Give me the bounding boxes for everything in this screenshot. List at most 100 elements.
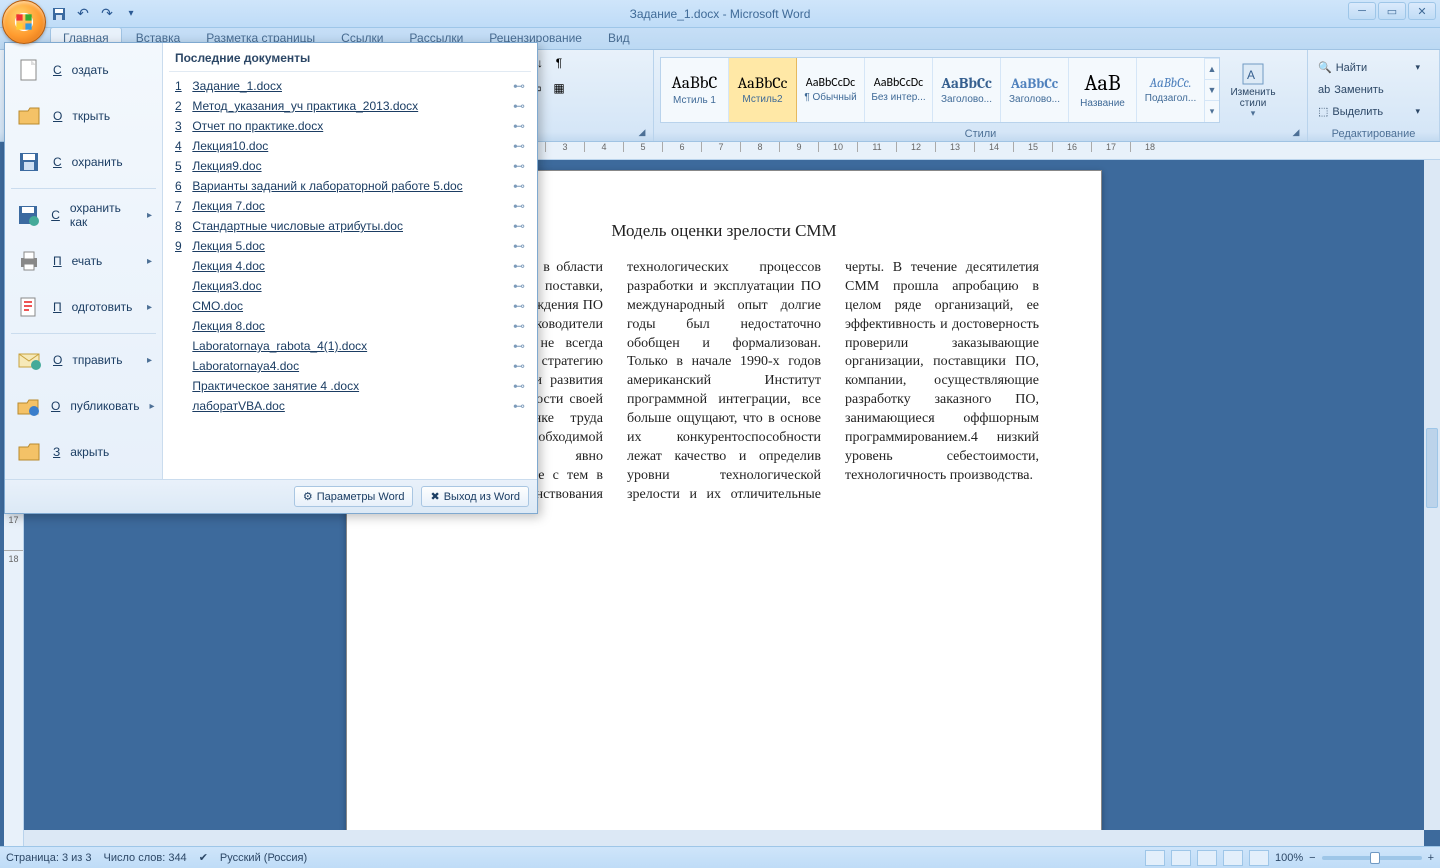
pin-icon[interactable]: ⊷ bbox=[513, 299, 525, 313]
maximize-button[interactable]: ▭ bbox=[1378, 2, 1406, 20]
scrollbar-vertical[interactable] bbox=[1424, 160, 1440, 830]
zoom-out[interactable]: − bbox=[1309, 852, 1315, 864]
show-marks-icon[interactable]: ¶ bbox=[548, 52, 570, 74]
style-item-2[interactable]: AaBbCcDc¶ Обычный bbox=[797, 58, 865, 122]
recent-doc[interactable]: Практическое занятие 4 .docx⊷ bbox=[169, 376, 531, 396]
view-draft[interactable] bbox=[1249, 850, 1269, 866]
group-styles: AaBbCМстиль 1 AaBbCcМстиль2 AaBbCcDc¶ Об… bbox=[654, 50, 1308, 141]
paragraph-launcher[interactable]: ◢ bbox=[635, 127, 649, 141]
office-menu-left: СоздатьОткрытьСохранить Сохранить как▸Печ… bbox=[5, 43, 163, 479]
style-item-4[interactable]: AaBbCcЗаголово... bbox=[933, 58, 1001, 122]
office-menu-item-publish[interactable]: Опубликовать▸ bbox=[5, 383, 162, 429]
pin-icon[interactable]: ⊷ bbox=[513, 359, 525, 373]
pin-icon[interactable]: ⊷ bbox=[513, 239, 525, 253]
pin-icon[interactable]: ⊷ bbox=[513, 199, 525, 213]
pin-icon[interactable]: ⊷ bbox=[513, 79, 525, 93]
scrollbar-horizontal[interactable] bbox=[24, 830, 1424, 846]
recent-doc[interactable]: 1 Задание_1.docx⊷ bbox=[169, 76, 531, 96]
recent-doc[interactable]: 3 Отчет по практике.docx⊷ bbox=[169, 116, 531, 136]
office-menu-item-saveas[interactable]: Сохранить как▸ bbox=[5, 192, 162, 238]
office-menu-recent: Последние документы 1 Задание_1.docx⊷2 М… bbox=[163, 43, 537, 479]
office-menu-item-prepare[interactable]: Подготовить▸ bbox=[5, 284, 162, 330]
recent-doc[interactable]: 6 Варианты заданий к лабораторной работе… bbox=[169, 176, 531, 196]
zoom-in[interactable]: + bbox=[1428, 852, 1434, 864]
change-styles-button[interactable]: A Изменить стили ▾ bbox=[1224, 57, 1282, 123]
recent-doc[interactable]: Laboratornaya4.doc⊷ bbox=[169, 356, 531, 376]
qat-save[interactable] bbox=[48, 3, 70, 25]
qat-redo[interactable]: ↷ bbox=[96, 3, 118, 25]
status-bar: Страница: 3 из 3 Число слов: 344 ✔ Русск… bbox=[0, 846, 1440, 868]
style-item-5[interactable]: AaBbCcЗаголово... bbox=[1001, 58, 1069, 122]
pin-icon[interactable]: ⊷ bbox=[513, 139, 525, 153]
recent-doc[interactable]: Laboratornaya_rabota_4(1).docx⊷ bbox=[169, 336, 531, 356]
recent-doc[interactable]: Лекция3.doc⊷ bbox=[169, 276, 531, 296]
recent-doc[interactable]: Лекция 8.doc⊷ bbox=[169, 316, 531, 336]
pin-icon[interactable]: ⊷ bbox=[513, 219, 525, 233]
recent-doc[interactable]: Лекция 4.doc⊷ bbox=[169, 256, 531, 276]
status-language[interactable]: Русский (Россия) bbox=[220, 852, 307, 864]
styles-launcher[interactable]: ◢ bbox=[1289, 127, 1303, 141]
pin-icon[interactable]: ⊷ bbox=[513, 379, 525, 393]
qat-undo[interactable]: ↶ bbox=[72, 3, 94, 25]
view-print-layout[interactable] bbox=[1145, 850, 1165, 866]
recent-doc[interactable]: лаборатVBA.doc⊷ bbox=[169, 396, 531, 416]
recent-doc[interactable]: 8 Стандартные числовые атрибуты.doc⊷ bbox=[169, 216, 531, 236]
style-item-3[interactable]: AaBbCcDcБез интер... bbox=[865, 58, 933, 122]
status-words[interactable]: Число слов: 344 bbox=[104, 852, 187, 864]
borders-icon[interactable]: ▦ bbox=[548, 77, 570, 99]
pin-icon[interactable]: ⊷ bbox=[513, 179, 525, 193]
gallery-scroll[interactable]: ▲▼▾ bbox=[1205, 58, 1219, 122]
pin-icon[interactable]: ⊷ bbox=[513, 339, 525, 353]
close-button[interactable]: ✕ bbox=[1408, 2, 1436, 20]
style-item-7[interactable]: AaBbCc.Подзагол... bbox=[1137, 58, 1205, 122]
pin-icon[interactable]: ⊷ bbox=[513, 99, 525, 113]
recent-doc[interactable]: CMO.doc⊷ bbox=[169, 296, 531, 316]
tab-view[interactable]: Вид bbox=[596, 28, 642, 49]
view-full-screen[interactable] bbox=[1171, 850, 1191, 866]
office-menu-item-print[interactable]: Печать▸ bbox=[5, 238, 162, 284]
recent-title: Последние документы bbox=[169, 49, 531, 72]
style-item-1[interactable]: AaBbCcМстиль2 bbox=[729, 58, 797, 122]
replace-icon: ab bbox=[1318, 84, 1330, 96]
view-web[interactable] bbox=[1197, 850, 1217, 866]
zoom-value[interactable]: 100% bbox=[1275, 852, 1303, 864]
word-options-button[interactable]: ⚙Параметры Word bbox=[294, 486, 414, 507]
styles-gallery[interactable]: AaBbCМстиль 1 AaBbCcМстиль2 AaBbCcDc¶ Об… bbox=[660, 57, 1220, 123]
view-outline[interactable] bbox=[1223, 850, 1243, 866]
recent-doc[interactable]: 9 Лекция 5.doc⊷ bbox=[169, 236, 531, 256]
style-item-6[interactable]: AaBНазвание bbox=[1069, 58, 1137, 122]
pin-icon[interactable]: ⊷ bbox=[513, 399, 525, 413]
status-page[interactable]: Страница: 3 из 3 bbox=[6, 852, 92, 864]
office-menu-item-close[interactable]: Закрыть bbox=[5, 429, 162, 475]
scrollbar-thumb[interactable] bbox=[1426, 428, 1438, 508]
office-menu-item-open[interactable]: Открыть bbox=[5, 93, 162, 139]
office-menu-item-new[interactable]: Создать bbox=[5, 47, 162, 93]
recent-doc[interactable]: 4 Лекция10.doc⊷ bbox=[169, 136, 531, 156]
exit-word-button[interactable]: ✖Выход из Word bbox=[421, 486, 529, 507]
select-button[interactable]: ⬚Выделить▾ bbox=[1314, 101, 1424, 123]
group-styles-title: Стили bbox=[965, 128, 997, 140]
office-menu-item-send[interactable]: Отправить▸ bbox=[5, 337, 162, 383]
recent-doc[interactable]: 7 Лекция 7.doc⊷ bbox=[169, 196, 531, 216]
recent-doc[interactable]: 2 Метод_указания_уч практика_2013.docx⊷ bbox=[169, 96, 531, 116]
office-button[interactable] bbox=[2, 0, 46, 44]
office-menu-item-save[interactable]: Сохранить bbox=[5, 139, 162, 185]
prepare-icon bbox=[15, 293, 43, 321]
replace-button[interactable]: abЗаменить bbox=[1314, 79, 1424, 101]
pin-icon[interactable]: ⊷ bbox=[513, 319, 525, 333]
pin-icon[interactable]: ⊷ bbox=[513, 279, 525, 293]
status-proofing-icon[interactable]: ✔ bbox=[199, 851, 208, 864]
find-button[interactable]: 🔍Найти▾ bbox=[1314, 57, 1424, 79]
pin-icon[interactable]: ⊷ bbox=[513, 119, 525, 133]
recent-doc[interactable]: 5 Лекция9.doc⊷ bbox=[169, 156, 531, 176]
pin-icon[interactable]: ⊷ bbox=[513, 159, 525, 173]
zoom-slider[interactable] bbox=[1322, 856, 1422, 860]
style-item-0[interactable]: AaBbCМстиль 1 bbox=[661, 58, 729, 122]
zoom-knob[interactable] bbox=[1370, 852, 1380, 864]
minimize-button[interactable]: ─ bbox=[1348, 2, 1376, 20]
window-title: Задание_1.docx - Microsoft Word bbox=[0, 7, 1440, 21]
submenu-arrow-icon: ▸ bbox=[147, 355, 152, 366]
qat-customize[interactable]: ▾ bbox=[120, 3, 142, 25]
submenu-arrow-icon: ▸ bbox=[149, 401, 154, 412]
pin-icon[interactable]: ⊷ bbox=[513, 259, 525, 273]
